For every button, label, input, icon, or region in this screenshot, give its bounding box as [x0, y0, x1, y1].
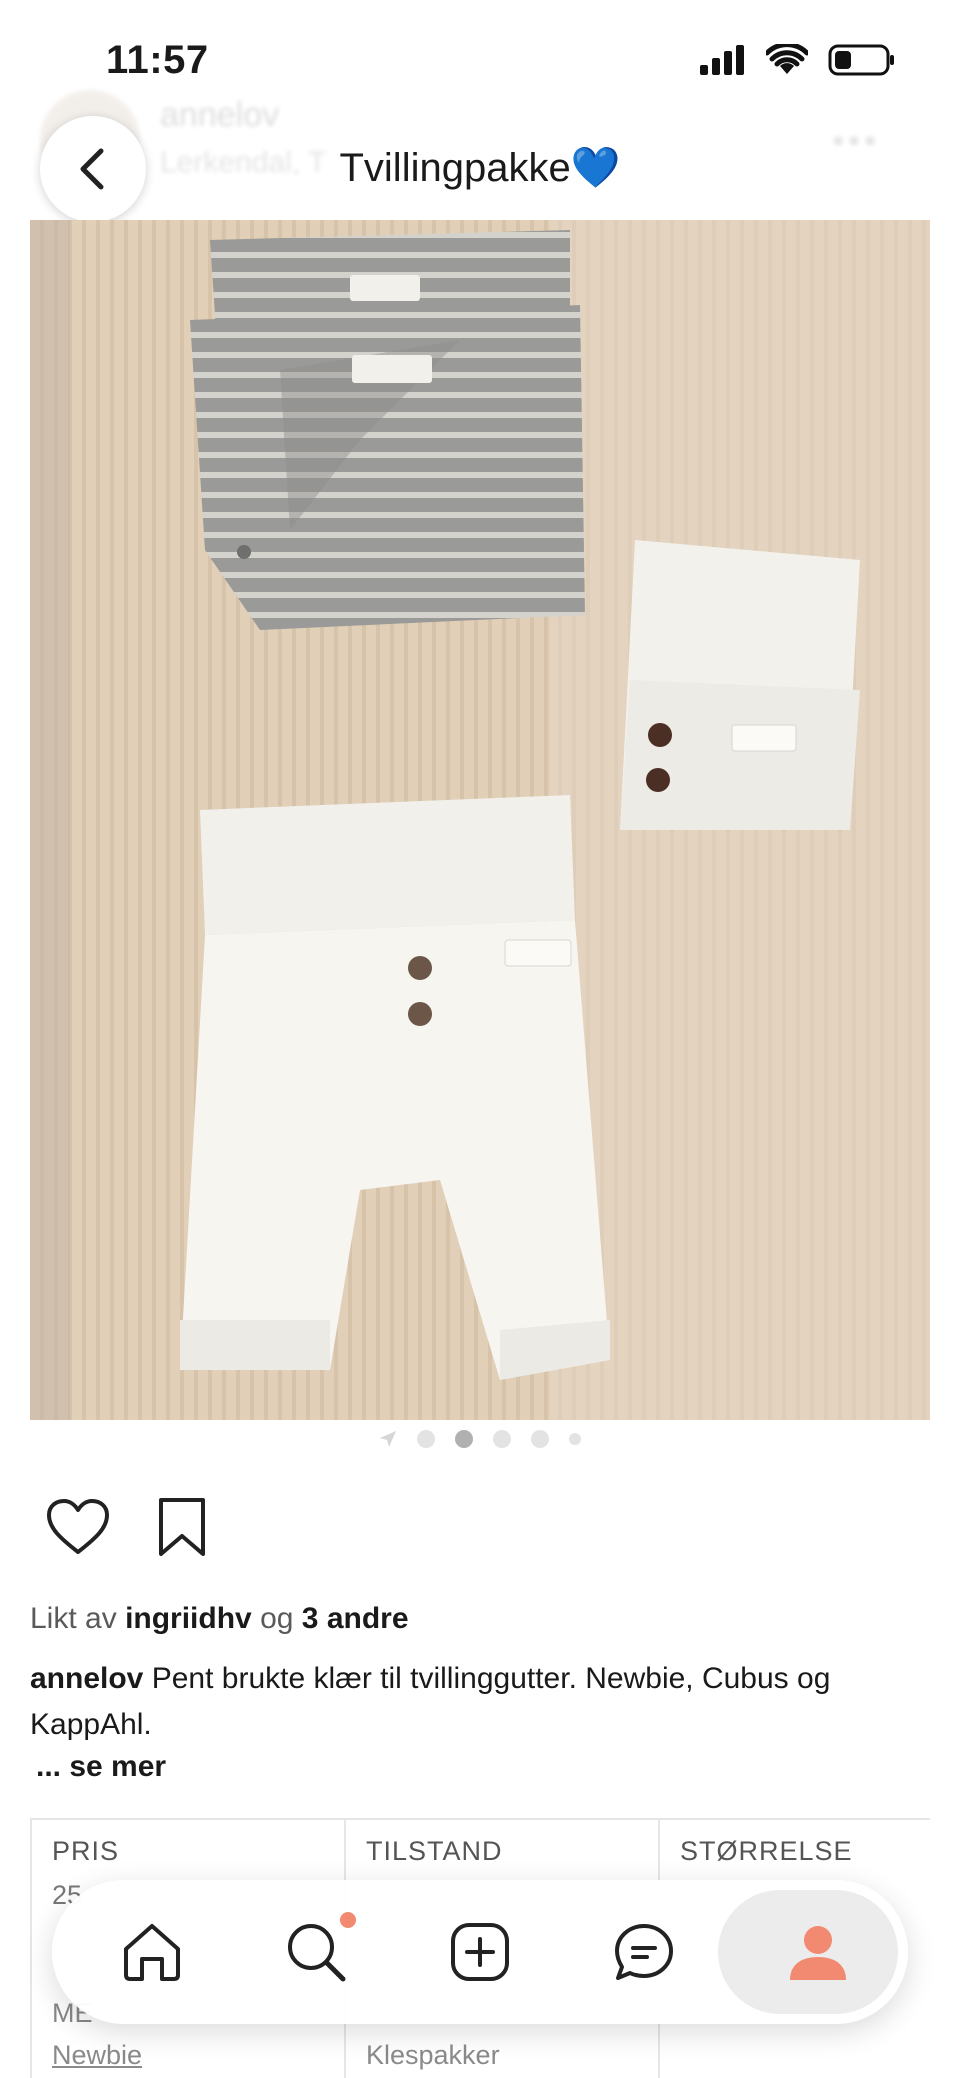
brand-link[interactable]: Newbie [52, 2040, 142, 2071]
see-more-link[interactable]: ... se mer [36, 1750, 166, 1784]
notification-dot [340, 1912, 356, 1928]
blue-heart-emoji: 💙 [570, 146, 621, 190]
post-actions [46, 1496, 208, 1558]
photo-edge-shadow [30, 220, 70, 1420]
size-label: STØRRELSE [680, 1836, 853, 1866]
status-time: 11:57 [106, 38, 209, 82]
battery-icon [828, 44, 894, 76]
product-photo[interactable] [30, 220, 930, 1420]
status-icons [700, 44, 896, 76]
profile-icon [790, 1926, 846, 1980]
carousel-dot[interactable] [493, 1430, 511, 1448]
nav-search[interactable] [246, 1880, 386, 2024]
page-title: Tvillingpakke💙 [0, 144, 960, 191]
carousel-dot-active[interactable] [455, 1430, 473, 1448]
likes-others-link[interactable]: 3 andre [302, 1602, 409, 1635]
likes-prefix: Likt av [30, 1602, 117, 1635]
wifi-icon [766, 44, 808, 74]
chat-bubble-icon [615, 1924, 673, 1980]
nav-home[interactable] [82, 1880, 222, 2024]
likes-mid: og [260, 1602, 294, 1635]
location-arrow-icon [380, 1431, 396, 1447]
nav-profile[interactable] [728, 1880, 908, 2024]
carousel-dot[interactable] [531, 1430, 549, 1448]
carousel-dot[interactable] [417, 1430, 435, 1448]
caption-author[interactable]: annelov [30, 1662, 143, 1695]
price-label: PRIS [52, 1836, 120, 1866]
add-square-icon [451, 1923, 509, 1981]
condition-label: TILSTAND [366, 1836, 503, 1866]
caption-text: Pent brukte klær til tvillinggutter. New… [30, 1662, 831, 1741]
save-button[interactable] [156, 1496, 208, 1558]
home-icon [124, 1924, 180, 1981]
photo-illustration [30, 220, 930, 1420]
bottom-navigation [52, 1880, 908, 2024]
bookmark-icon [159, 1498, 205, 1556]
search-icon [288, 1924, 346, 1982]
author-name: annelov [160, 96, 280, 134]
nav-add-listing[interactable] [410, 1880, 550, 2024]
page-title-text: Tvillingpakke [339, 146, 571, 190]
likes-summary: Likt av ingriidhv og 3 andre [30, 1602, 409, 1636]
carousel-dot[interactable] [569, 1433, 581, 1445]
post-caption: annelov Pent brukte klær til tvillinggut… [30, 1656, 930, 1748]
nav-messages[interactable] [574, 1880, 714, 2024]
liked-by-user-link[interactable]: ingriidhv [125, 1602, 252, 1635]
like-button[interactable] [46, 1498, 110, 1556]
signal-icon [700, 45, 744, 75]
heart-icon [47, 1499, 109, 1554]
carousel-indicator [0, 1430, 960, 1448]
category-value: Klespakker [366, 2040, 500, 2070]
